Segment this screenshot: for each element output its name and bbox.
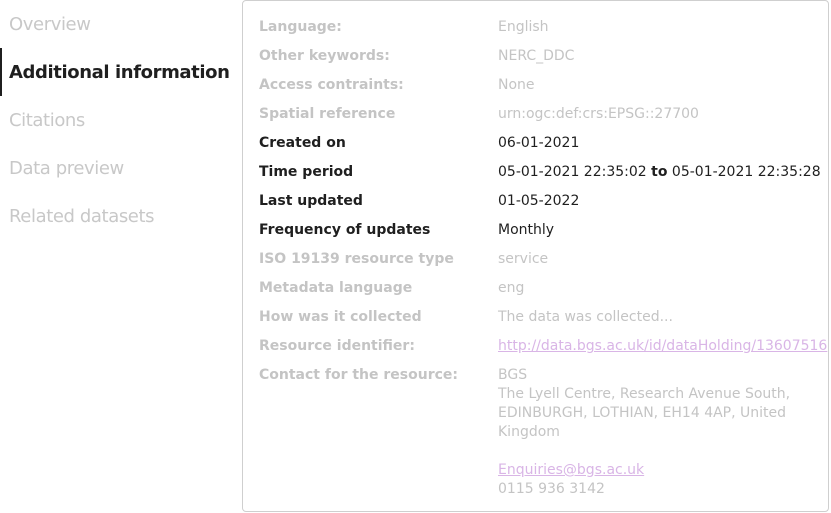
nav-item-additional-information[interactable]: Additional information — [0, 48, 235, 96]
additional-information-panel: Language: English Other keywords: NERC_D… — [242, 0, 829, 512]
time-period-start: 05-01-2021 22:35:02 — [498, 164, 647, 180]
section-nav: Overview Additional information Citation… — [0, 0, 235, 240]
nav-item-data-preview[interactable]: Data preview — [0, 144, 235, 192]
nav-item-citations[interactable]: Citations — [0, 96, 235, 144]
iso-resource-type-value: service — [498, 251, 549, 267]
resource-identifier-link[interactable]: http://data.bgs.ac.uk/id/dataHolding/136… — [498, 337, 827, 356]
iso-resource-type-label: ISO 19139 resource type — [259, 251, 454, 267]
spatial-reference-value: urn:ogc:def:crs:EPSG::27700 — [498, 106, 699, 122]
collection-method-label: How was it collected — [259, 309, 422, 325]
resource-identifier-row: Resource identifier: http://data.bgs.ac.… — [259, 337, 827, 356]
frequency-label: Frequency of updates — [259, 222, 431, 238]
iso-resource-type-row: ISO 19139 resource type service — [259, 250, 820, 269]
contact-phone: 0115 936 3142 — [498, 481, 605, 497]
other-keywords-label: Other keywords: — [259, 48, 390, 64]
other-keywords-value: NERC_DDC — [498, 48, 575, 64]
created-on-value: 06-01-2021 — [498, 135, 580, 151]
collection-method-value: The data was collected... — [498, 309, 673, 325]
created-on-row: Created on 06-01-2021 — [259, 134, 820, 153]
collection-method-row: How was it collected The data was collec… — [259, 308, 820, 327]
frequency-value: Monthly — [498, 222, 555, 238]
last-updated-value: 01-05-2022 — [498, 193, 580, 209]
spatial-reference-row: Spatial reference urn:ogc:def:crs:EPSG::… — [259, 105, 820, 124]
time-period-row: Time period 05-01-2021 22:35:02 to 05-01… — [259, 163, 821, 182]
last-updated-row: Last updated 01-05-2022 — [259, 192, 820, 211]
metadata-language-value: eng — [498, 280, 525, 296]
resource-identifier-label: Resource identifier: — [259, 338, 415, 354]
access-constraints-row: Access contraints: None — [259, 76, 820, 95]
metadata-language-label: Metadata language — [259, 280, 413, 296]
other-keywords-row: Other keywords: NERC_DDC — [259, 47, 820, 66]
time-period-value: 05-01-2021 22:35:02 to 05-01-2021 22:35:… — [498, 163, 821, 182]
contact-details: BGS The Lyell Centre, Research Avenue So… — [498, 366, 808, 499]
frequency-row: Frequency of updates Monthly — [259, 221, 820, 240]
contact-label: Contact for the resource: — [259, 367, 458, 383]
contact-email-link[interactable]: Enquiries@bgs.ac.uk — [498, 461, 808, 480]
language-row: Language: English — [259, 18, 820, 37]
nav-item-overview[interactable]: Overview — [0, 0, 235, 48]
time-period-end: 05-01-2021 22:35:28 — [671, 164, 821, 180]
contact-address-line-3: Kingdom — [498, 424, 560, 440]
contact-row: Contact for the resource: BGS The Lyell … — [259, 366, 820, 499]
language-value: English — [498, 19, 549, 35]
contact-organisation: BGS — [498, 367, 528, 383]
access-constraints-label: Access contraints: — [259, 77, 404, 93]
last-updated-label: Last updated — [259, 193, 363, 209]
contact-address-line-1: The Lyell Centre, Research Avenue South, — [498, 386, 791, 402]
metadata-language-row: Metadata language eng — [259, 279, 820, 298]
language-label: Language: — [259, 19, 342, 35]
time-period-label: Time period — [259, 164, 354, 180]
time-period-separator: to — [651, 164, 668, 180]
contact-spacer — [498, 442, 808, 461]
contact-address-line-2: EDINBURGH, LOTHIAN, EH14 4AP, United — [498, 405, 787, 421]
access-constraints-value: None — [498, 77, 535, 93]
created-on-label: Created on — [259, 135, 346, 151]
nav-item-related-datasets[interactable]: Related datasets — [0, 192, 235, 240]
spatial-reference-label: Spatial reference — [259, 106, 396, 122]
